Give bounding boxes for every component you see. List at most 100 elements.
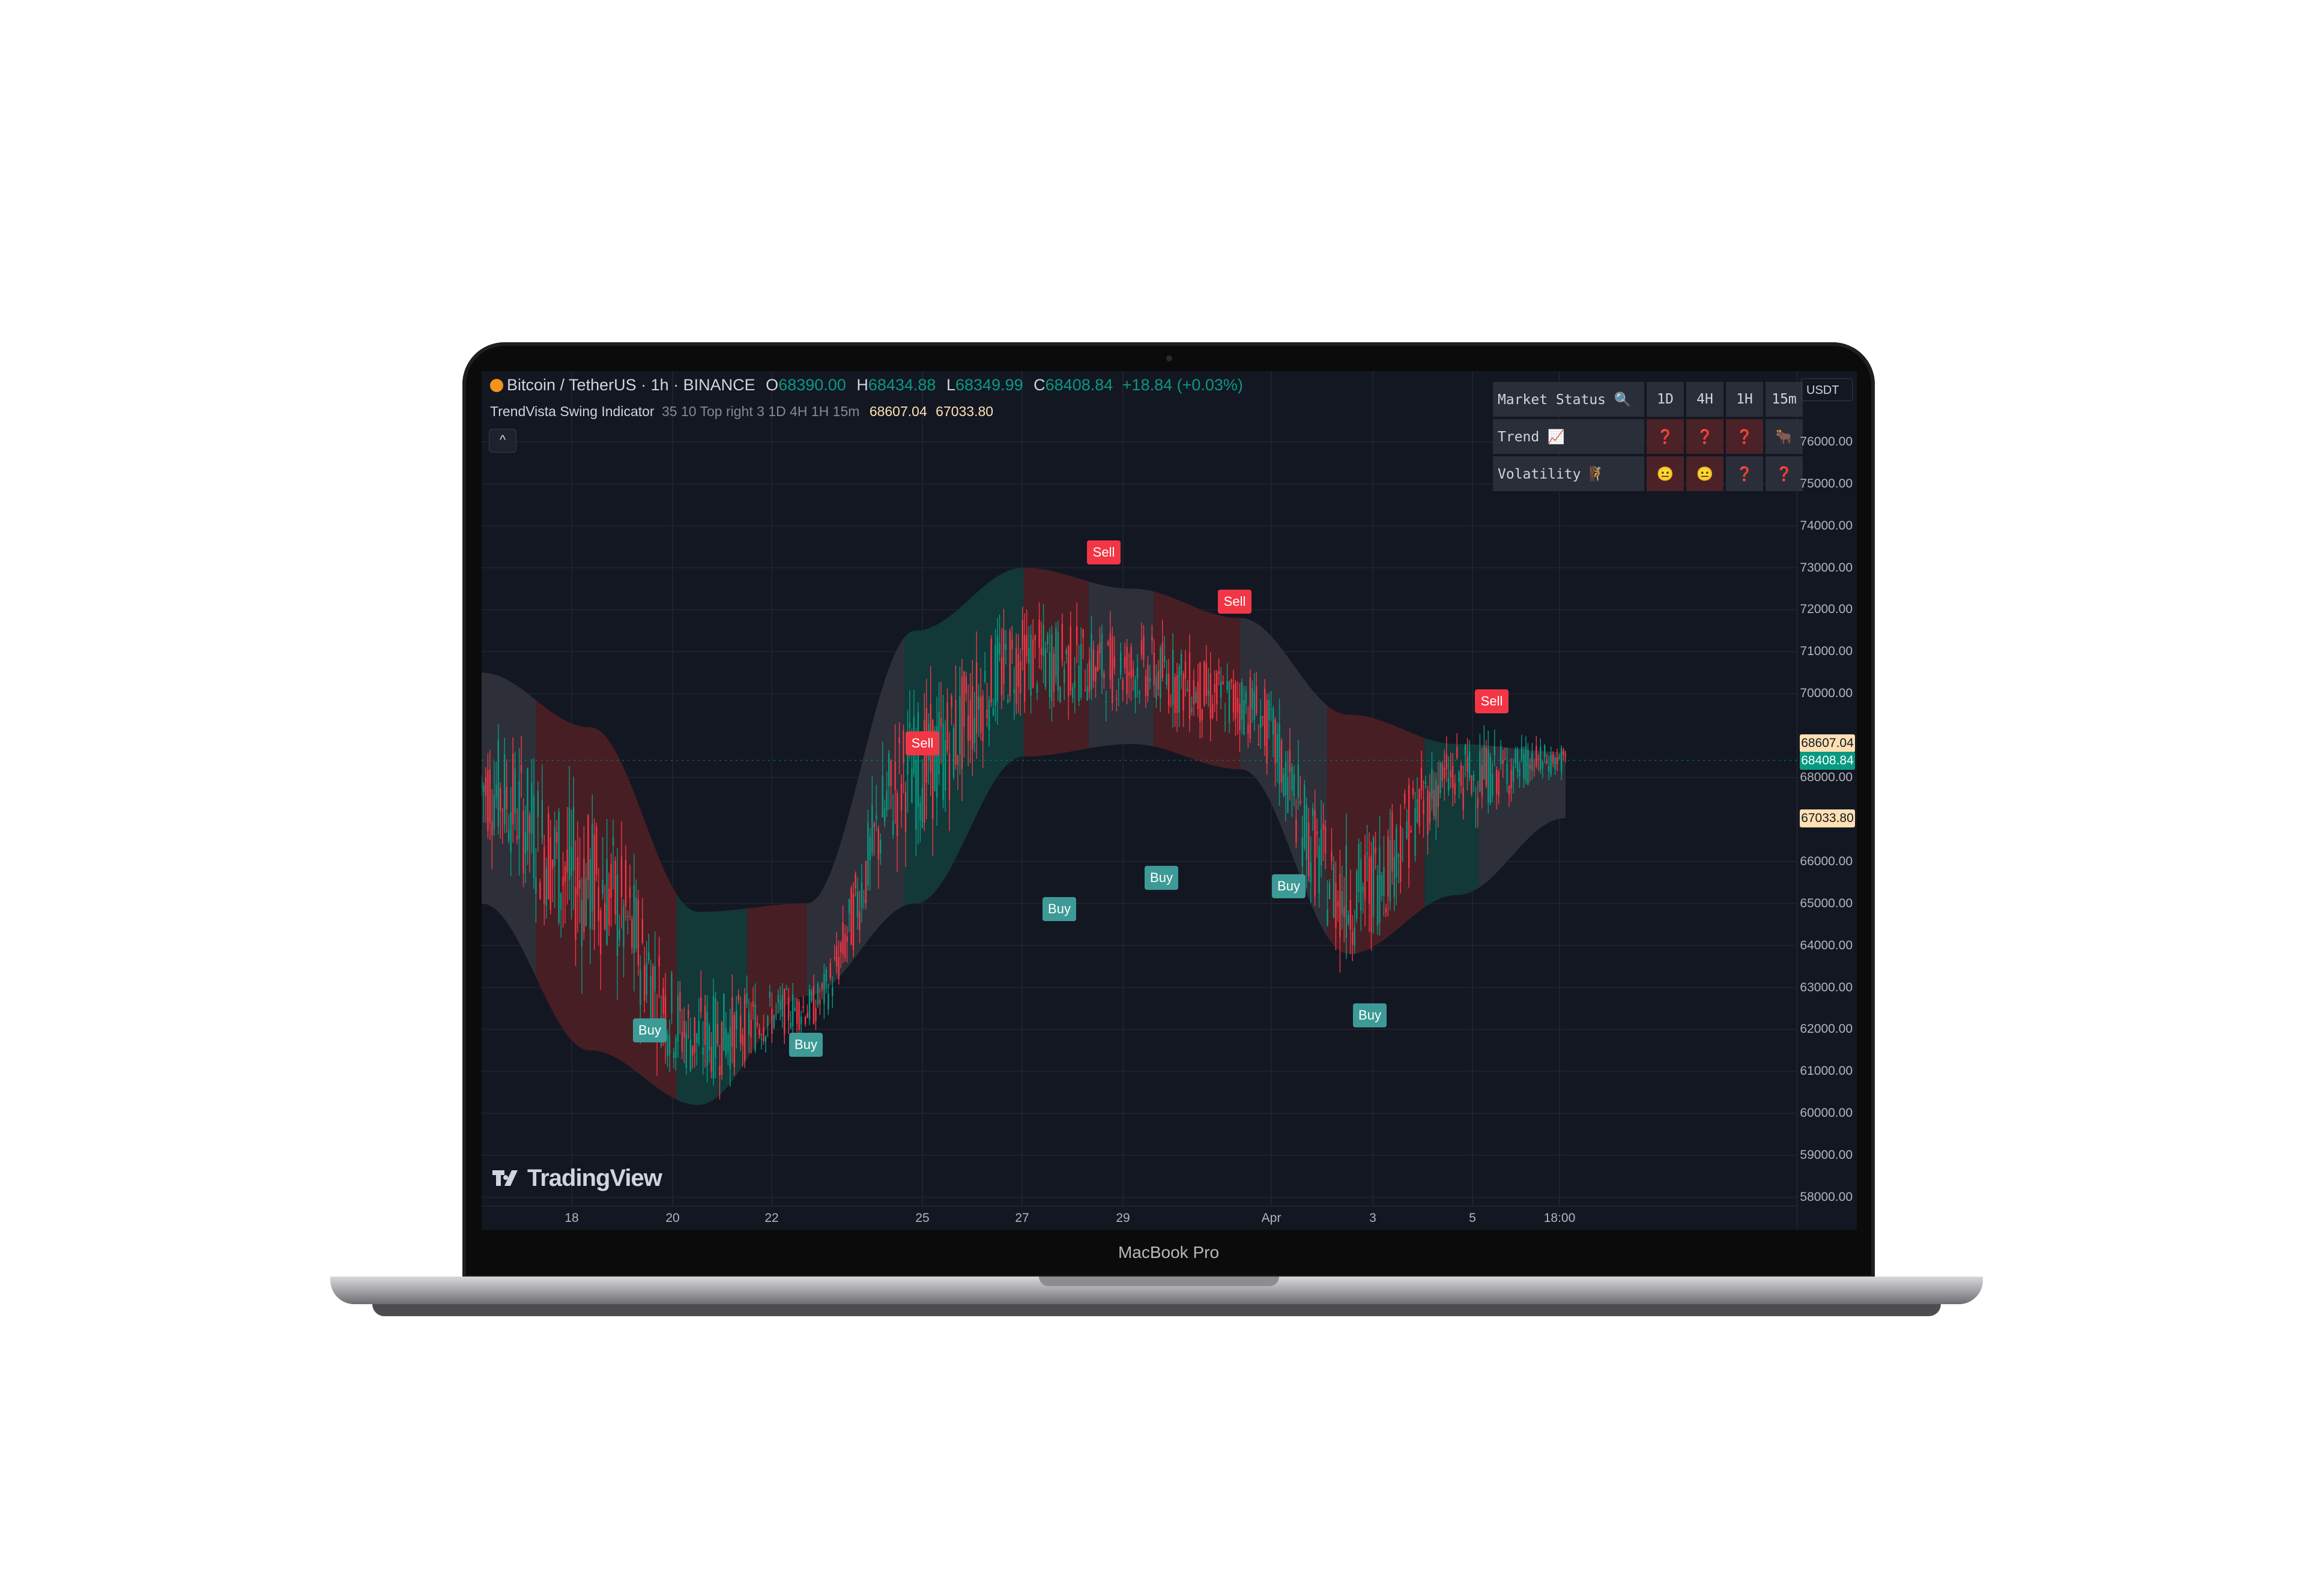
candle-body	[1166, 674, 1167, 685]
candle-body	[829, 963, 831, 978]
candle-body	[1036, 684, 1038, 693]
candle-body	[1243, 700, 1245, 734]
candle-body	[1109, 633, 1112, 680]
candle-body	[1437, 785, 1439, 808]
time-axis-label: 3	[1369, 1211, 1376, 1225]
candle-body	[1257, 744, 1259, 746]
candle-body	[1068, 645, 1070, 697]
candle-body	[773, 1015, 775, 1028]
price-axis-label: 73000.00	[1800, 560, 1853, 575]
candle-body	[1540, 747, 1542, 771]
candle-body	[1563, 750, 1564, 755]
candle-body	[904, 792, 907, 832]
candle-body	[662, 988, 664, 1014]
candle-body	[512, 754, 514, 824]
candle-body	[1182, 674, 1184, 712]
candle-body	[961, 676, 963, 769]
candle-body	[1404, 793, 1406, 803]
candle-body	[1174, 677, 1176, 713]
candle-body	[1011, 639, 1013, 649]
candle-body	[1536, 746, 1537, 767]
indicator-name[interactable]: TrendVista Swing Indicator	[490, 404, 655, 419]
candle-body	[504, 754, 506, 825]
candle-body	[583, 859, 585, 933]
candle-body	[1195, 692, 1197, 703]
candle-body	[485, 777, 487, 796]
candle-body	[1533, 770, 1536, 771]
candle-body	[1444, 767, 1445, 778]
indicator-legend[interactable]: TrendVista Swing Indicator 35 10 Top rig…	[490, 404, 993, 420]
candle-body	[1074, 681, 1076, 688]
symbol-legend[interactable]: Bitcoin / TetherUS · 1h · BINANCE O68390…	[490, 376, 1243, 394]
candle-body	[627, 916, 629, 917]
candle-body	[1548, 766, 1550, 772]
candle-body	[1044, 648, 1047, 687]
candle-body	[1051, 633, 1053, 701]
candle-body	[1061, 623, 1064, 661]
price-chart[interactable]	[482, 371, 1797, 1206]
candle-body	[1387, 836, 1389, 897]
candle-body	[1015, 647, 1017, 704]
candle-body	[1218, 671, 1220, 674]
candle-body	[1193, 679, 1195, 705]
candle-body	[1216, 673, 1218, 705]
candle-body	[832, 987, 834, 996]
currency-selector[interactable]: USDT	[1801, 378, 1853, 401]
candle-body	[1099, 642, 1101, 653]
candle-body	[877, 829, 879, 859]
candle-body	[1078, 665, 1080, 701]
candle-body	[721, 1021, 723, 1075]
sell-signal-label: Sell	[906, 731, 939, 755]
candle-body	[1500, 746, 1502, 764]
candle-body	[1525, 746, 1527, 782]
candle-body	[1368, 857, 1370, 904]
candle-body	[658, 957, 660, 967]
candle-body	[610, 863, 612, 898]
candle-body	[1239, 703, 1241, 731]
candle-body	[1385, 907, 1387, 913]
candle-body	[856, 891, 859, 917]
candle-body	[1537, 758, 1539, 760]
symbol-title[interactable]: Bitcoin / TetherUS · 1h · BINANCE	[507, 376, 755, 394]
candle-body	[967, 715, 969, 742]
trend-1d-cell: ❓	[1647, 419, 1684, 454]
candle-body	[1120, 652, 1122, 674]
candle-body	[1339, 874, 1341, 938]
candle-body	[1435, 779, 1437, 820]
candle-body	[1335, 882, 1337, 929]
candle-body	[1521, 746, 1523, 760]
candle-body	[1128, 672, 1130, 676]
price-axis-label: 63000.00	[1800, 980, 1853, 994]
candle-body	[1220, 682, 1222, 698]
candle-body	[1554, 758, 1556, 769]
candle-body	[652, 966, 654, 1023]
price-axis[interactable]: USDT 68607.04 68408.84 67033.80 76000.00…	[1797, 371, 1857, 1230]
candle-body	[731, 997, 733, 1047]
candle-body	[1550, 754, 1552, 775]
laptop-base	[330, 1277, 1983, 1304]
buy-signal-label: Buy	[1272, 874, 1306, 898]
candle-body	[859, 911, 861, 930]
collapse-legend-button[interactable]: ^	[489, 429, 516, 453]
candle-body	[969, 700, 972, 740]
indicator-value-lower: 67033.80	[936, 404, 994, 419]
indicator-params: 35 10 Top right 3 1D 4H 1H 15m	[661, 404, 860, 419]
candle-body	[506, 787, 507, 809]
candle-body	[1454, 783, 1456, 796]
candle-body	[1506, 764, 1508, 784]
candle-body	[696, 1033, 698, 1043]
candle-body	[644, 965, 646, 1001]
candle-body	[729, 1027, 731, 1069]
time-axis[interactable]: 18 20 22 25 27 29 Apr 3 5 18:00	[482, 1206, 1797, 1230]
volatility-4h-cell: 😐	[1686, 456, 1723, 491]
candle-body	[1032, 639, 1034, 688]
candle-body	[978, 696, 979, 710]
buy-signal-label: Buy	[1043, 897, 1076, 921]
candle-body	[1116, 698, 1118, 700]
tf-header-4h: 4H	[1686, 382, 1723, 417]
candle-body	[708, 1026, 710, 1051]
candle-body	[1546, 761, 1548, 764]
candle-body	[973, 718, 975, 743]
candle-body	[1389, 840, 1391, 901]
candle-body	[1487, 749, 1489, 803]
